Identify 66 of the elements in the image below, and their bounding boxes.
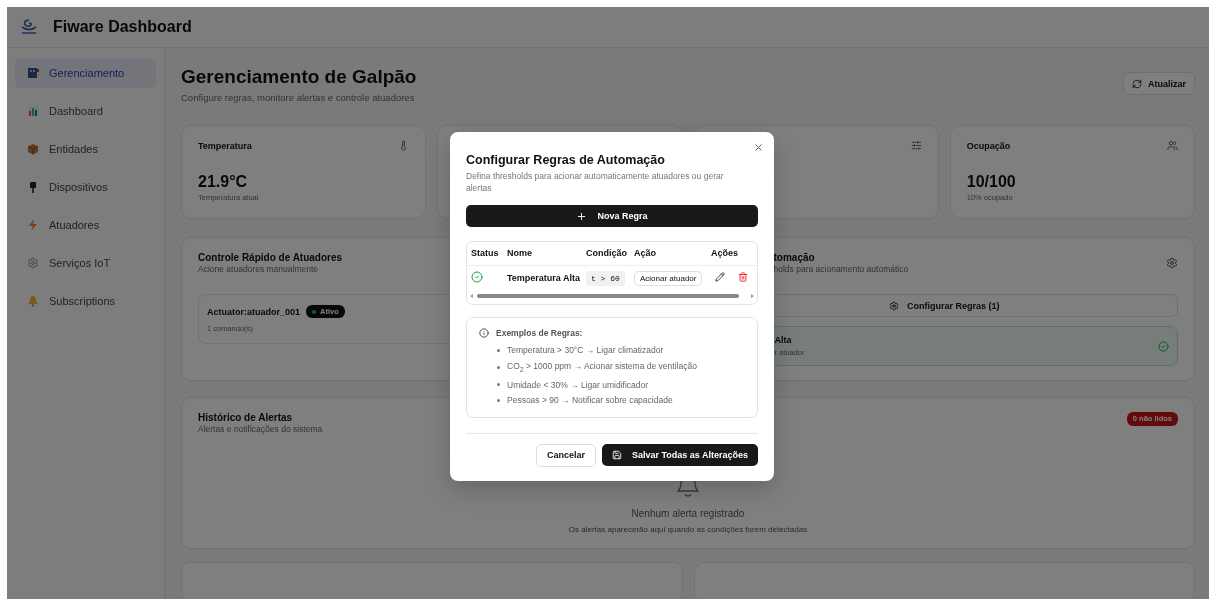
column-header: Status <box>467 242 503 265</box>
panel-title: Histórico de Alertas <box>198 412 293 423</box>
column-header: Ações <box>707 242 757 265</box>
dialog-description: Defina thresholds para acionar automaticamente atuadores ou gerar alertas <box>466 170 725 194</box>
rule-name: Temperatura Alta <box>507 272 581 283</box>
column-header: Condição <box>582 242 630 265</box>
bar-chart-icon <box>27 105 39 117</box>
stat-value: 10/100 <box>966 173 1017 191</box>
sidebar-item[interactable]: Dispositivos <box>15 172 156 202</box>
bullet-icon <box>497 398 500 402</box>
logo-icon <box>19 17 39 37</box>
sidebar-item[interactable]: Entidades <box>15 134 156 164</box>
plus-icon <box>576 210 588 222</box>
users-icon <box>1167 140 1178 151</box>
column-header: Ação <box>630 242 707 265</box>
examples-title: Exemplos de Regras: <box>496 328 583 338</box>
refresh-icon <box>1132 78 1142 89</box>
example-item: CO$_{2}$ > 1000 ppm → Acionar sistema de ventilação <box>507 359 697 376</box>
close-button[interactable] <box>753 142 764 153</box>
column-header: Nome <box>503 242 582 265</box>
delete-button[interactable] <box>738 271 748 282</box>
panel-subtitle: holds para acionamento automático <box>773 264 909 274</box>
sidebar-item[interactable]: Serviços IoT <box>15 248 156 278</box>
rule-name: Alta <box>774 335 792 345</box>
empty-text: Os alertas aparecerão aqui quando as condições forem detectadas <box>568 525 808 534</box>
sidebar-item[interactable]: Dashboard <box>15 96 156 126</box>
bell-icon <box>27 295 39 307</box>
bullet-icon <box>497 348 500 352</box>
bullet-icon <box>497 366 500 370</box>
save-button[interactable]: Salvar Todas as Alterações <box>601 443 758 466</box>
settings-icon <box>889 300 899 311</box>
new-rule-button[interactable]: Nova Regra <box>466 205 758 227</box>
page-subtitle: Configure regras, monitore alertas e controle atuadores <box>181 92 416 103</box>
page-title: Gerenciamento de Galpão <box>181 66 417 88</box>
cancel-button[interactable]: Cancelar <box>535 443 596 467</box>
save-icon <box>611 449 622 460</box>
example-item: Temperatura > 30°C → Ligar climatizador <box>507 344 664 357</box>
panel-title: Controle Rápido de Atuadores <box>198 252 343 263</box>
bullet-icon <box>497 383 500 387</box>
actuator-name: Actuator:atuador_001 <box>207 306 301 317</box>
panel-subtitle: Alertas e notificações do sistema <box>198 424 323 434</box>
dialog-title: Configurar Regras de Automação <box>466 153 666 167</box>
panel-title: tomação <box>773 252 815 263</box>
condition-code: t > 60 <box>586 270 625 286</box>
gear-icon <box>27 257 39 269</box>
box-icon <box>27 143 39 155</box>
plug-icon <box>27 181 39 193</box>
sliders-icon <box>910 140 922 151</box>
example-item: Umidade < 30% → Ligar umidificador <box>507 378 649 392</box>
lightning-icon <box>27 219 39 231</box>
card-title: Temperatura <box>198 140 252 151</box>
sidebar-item[interactable]: Subscriptions <box>15 286 156 316</box>
card-title: Ocupação <box>966 140 1011 151</box>
info-icon <box>479 328 489 338</box>
example-item: Pessoas > 90 → Notificar sobre capacidade <box>507 394 673 407</box>
panel-subtitle: Acione atuadores manualmente <box>198 264 319 274</box>
stat-value: 21.9°C <box>198 173 249 191</box>
sidebar-item[interactable]: Atuadores <box>15 210 156 240</box>
edit-button[interactable] <box>715 271 725 282</box>
settings-icon <box>1166 257 1178 269</box>
empty-title: Nenhum alerta registrado <box>631 508 745 519</box>
app-title: Fiware Dashboard <box>53 18 192 36</box>
refresh-button[interactable]: Atualizar <box>1123 72 1195 95</box>
building-icon <box>27 67 39 79</box>
sidebar-item[interactable]: Gerenciamento <box>15 58 156 88</box>
action-tag: Acionar atuador <box>634 270 703 286</box>
